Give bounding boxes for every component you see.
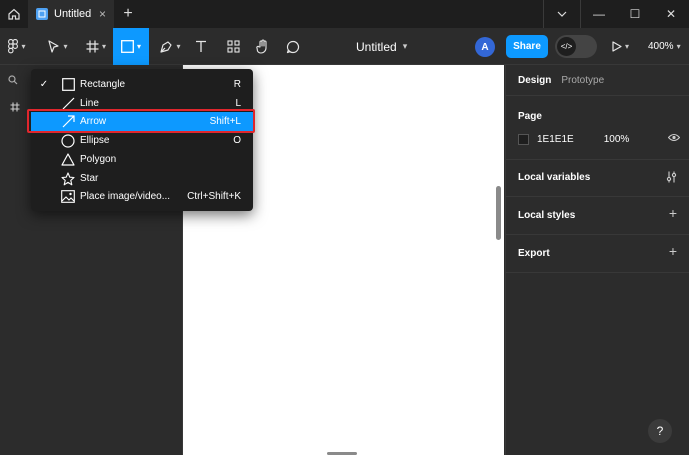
- shape-tool[interactable]: ▾: [113, 28, 149, 65]
- image-icon: [60, 189, 76, 205]
- divider: [506, 234, 689, 235]
- check-icon: ✓: [39, 79, 49, 90]
- figma-logo-icon: [8, 39, 19, 54]
- chevron-down-icon: ▾: [676, 42, 681, 51]
- properties-panel: Design Prototype Page 1E1E1E 100% Local …: [505, 65, 689, 455]
- menu-item-label: Line: [80, 98, 99, 109]
- help-button[interactable]: ?: [648, 419, 672, 443]
- menu-item-polygon[interactable]: Polygon: [31, 150, 253, 169]
- menu-item-shortcut: O: [233, 135, 241, 146]
- menu-item-label: Star: [80, 173, 99, 184]
- vertical-scrollbar[interactable]: [496, 186, 501, 240]
- avatar[interactable]: A: [475, 37, 495, 57]
- divider: [506, 196, 689, 197]
- home-button[interactable]: [0, 0, 28, 28]
- menu-item-label: Place image/video...: [80, 191, 171, 202]
- rectangle-icon: [121, 40, 134, 53]
- play-icon: [612, 41, 622, 52]
- hand-icon: [256, 39, 267, 54]
- menu-item-rectangle[interactable]: ✓ Rectangle R: [31, 75, 253, 94]
- present-button[interactable]: ▾: [612, 28, 629, 65]
- chevron-down-icon: ▾: [21, 42, 26, 51]
- zoom-level: 400%: [648, 41, 674, 52]
- frame-icon: [86, 40, 99, 53]
- move-tool[interactable]: ▾: [44, 28, 72, 65]
- tab-prototype[interactable]: Prototype: [561, 75, 604, 86]
- page-section-title: Page: [518, 111, 542, 122]
- hand-tool[interactable]: [254, 28, 272, 65]
- page-color-row: 1E1E1E 100%: [518, 133, 681, 145]
- text-icon: [196, 40, 206, 52]
- frame-tool[interactable]: ▾: [82, 28, 110, 65]
- dev-mode-toggle[interactable]: </>: [555, 35, 597, 58]
- menu-item-star[interactable]: Star: [31, 169, 253, 188]
- menu-item-shortcut: Ctrl+Shift+K: [187, 191, 241, 202]
- frame-icon: [10, 101, 20, 115]
- menu-item-shortcut: L: [235, 98, 241, 109]
- ellipse-icon: [60, 133, 76, 149]
- chevron-down-icon[interactable]: [544, 0, 580, 28]
- chevron-down-icon: ▾: [402, 41, 408, 51]
- page-opacity-value[interactable]: 100%: [604, 134, 630, 145]
- adjust-icon[interactable]: [666, 170, 677, 186]
- panel-tabs: Design Prototype: [518, 75, 604, 86]
- close-tab-icon[interactable]: ×: [99, 7, 106, 21]
- zoom-menu[interactable]: 400% ▾: [648, 28, 681, 65]
- menu-item-shortcut: R: [233, 79, 241, 90]
- main-menu-button[interactable]: ▾: [4, 28, 30, 65]
- comment-tool[interactable]: [284, 28, 302, 65]
- menu-item-ellipse[interactable]: Ellipse O: [31, 131, 253, 150]
- file-tab[interactable]: Untitled ×: [28, 0, 114, 28]
- chevron-down-icon: ▾: [136, 42, 141, 51]
- eye-icon[interactable]: [667, 133, 681, 145]
- components-icon: [226, 40, 240, 53]
- add-style-button[interactable]: +: [669, 205, 677, 221]
- divider: [506, 95, 689, 96]
- export-title: Export: [518, 248, 550, 259]
- local-variables-title[interactable]: Local variables: [518, 172, 590, 183]
- share-button[interactable]: Share: [506, 35, 548, 58]
- star-icon: [60, 171, 76, 187]
- annotation-highlight: [27, 109, 255, 133]
- home-icon: [8, 8, 20, 20]
- color-swatch[interactable]: [518, 133, 529, 145]
- menu-item-label: Polygon: [80, 154, 117, 165]
- page-color-value[interactable]: 1E1E1E: [537, 134, 574, 145]
- menu-item-label: Rectangle: [80, 79, 126, 90]
- pen-tool[interactable]: ▾: [156, 28, 184, 65]
- maximize-button[interactable]: ☐: [617, 0, 653, 28]
- code-icon: </>: [557, 37, 576, 56]
- add-export-button[interactable]: +: [669, 243, 677, 259]
- local-styles-title: Local styles: [518, 210, 576, 221]
- divider: [506, 159, 689, 160]
- tab-title: Untitled: [54, 8, 92, 20]
- chevron-down-icon: ▾: [63, 42, 68, 51]
- text-tool[interactable]: [192, 28, 210, 65]
- divider: [506, 272, 689, 273]
- comment-icon: [286, 40, 300, 53]
- minimize-button[interactable]: —: [581, 0, 617, 28]
- title-bar: Untitled × + — ☐ ✕: [0, 0, 689, 28]
- figma-file-icon: [36, 8, 48, 20]
- document-title[interactable]: Untitled ▾: [356, 28, 407, 65]
- pen-icon: [160, 40, 173, 53]
- close-window-button[interactable]: ✕: [653, 0, 689, 28]
- shape-tools-menu: ✓ Rectangle R Line L Arrow Shift+L Ellip…: [31, 69, 253, 211]
- rectangle-icon: [60, 77, 76, 93]
- search-icon[interactable]: [8, 75, 18, 88]
- chevron-down-icon: ▾: [625, 42, 630, 51]
- new-tab-button[interactable]: +: [114, 5, 142, 23]
- chevron-down-icon: ▾: [176, 42, 181, 51]
- main-toolbar: ▾ ▾ ▾ ▾ ▾ Untitled ▾ A Share </> ▾ 400% …: [0, 28, 689, 65]
- menu-item-label: Ellipse: [80, 135, 110, 146]
- polygon-icon: [60, 152, 76, 168]
- cursor-icon: [48, 40, 60, 53]
- tab-design[interactable]: Design: [518, 75, 551, 86]
- document-title-label: Untitled: [356, 39, 397, 54]
- resources-tool[interactable]: [224, 28, 242, 65]
- menu-item-place-image[interactable]: Place image/video... Ctrl+Shift+K: [31, 187, 253, 206]
- chevron-down-icon: ▾: [101, 42, 106, 51]
